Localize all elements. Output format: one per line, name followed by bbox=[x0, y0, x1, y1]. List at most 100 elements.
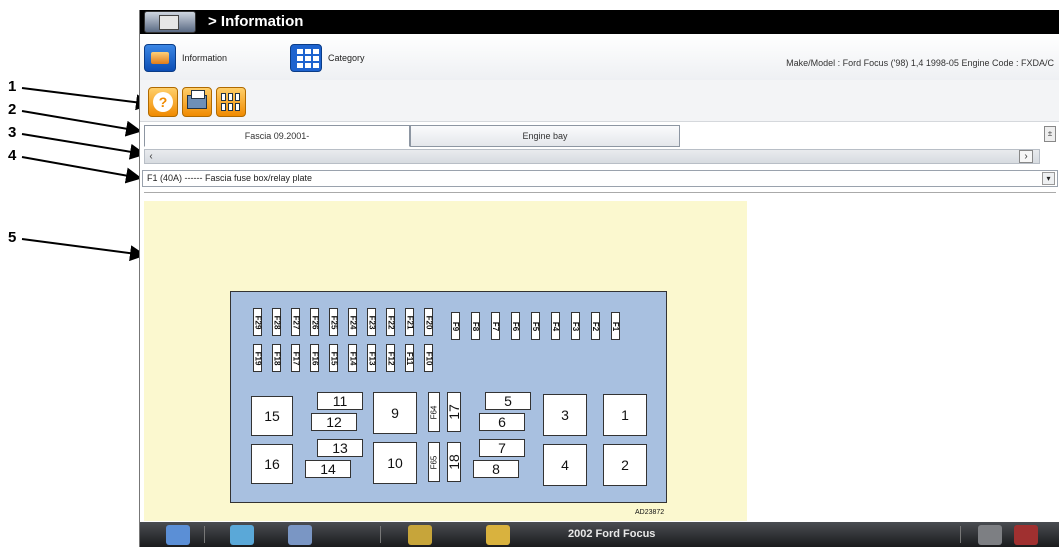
information-label: Information bbox=[182, 53, 228, 63]
horizontal-scrollbar[interactable]: ‹ › bbox=[144, 149, 1040, 164]
category-label: Category bbox=[328, 53, 365, 63]
fuse[interactable]: F21 bbox=[405, 308, 414, 336]
callout-arrow-4 bbox=[21, 156, 142, 184]
scroll-left-icon[interactable]: ‹ bbox=[145, 150, 157, 163]
diagnostics-task-icon[interactable] bbox=[408, 525, 432, 545]
relay[interactable]: 17 bbox=[446, 392, 462, 432]
relay[interactable]: 11 bbox=[317, 392, 363, 410]
callout-arrow-3 bbox=[21, 133, 146, 160]
relay[interactable]: 14 bbox=[305, 460, 351, 478]
vehicle-info: Make/Model : Ford Focus ('98) 1,4 1998-0… bbox=[786, 58, 1054, 68]
home-icon[interactable] bbox=[166, 525, 190, 545]
fuse[interactable]: F5 bbox=[531, 312, 540, 340]
tab-scroll-button[interactable]: ± bbox=[1044, 126, 1056, 142]
fuse[interactable]: F25 bbox=[329, 308, 338, 336]
relay[interactable]: 4 bbox=[543, 444, 587, 486]
app-logo-icon[interactable] bbox=[144, 11, 196, 33]
fuse[interactable]: F19 bbox=[253, 344, 262, 372]
relay[interactable]: 16 bbox=[251, 444, 293, 484]
relay[interactable]: 6 bbox=[479, 413, 525, 431]
information-icon bbox=[144, 44, 176, 72]
tab-engine-bay[interactable]: Engine bay bbox=[410, 125, 680, 147]
fuse[interactable]: F27 bbox=[291, 308, 300, 336]
tab-fascia[interactable]: Fascia 09.2001- bbox=[144, 125, 410, 147]
print-icon bbox=[187, 90, 207, 109]
app-window: > Information Information Category Make/… bbox=[139, 10, 1059, 547]
information-button[interactable]: Information bbox=[144, 44, 227, 72]
category-button[interactable]: Category bbox=[290, 44, 365, 72]
chevron-down-icon[interactable]: ▾ bbox=[1042, 172, 1055, 185]
vehicle-task-icon[interactable] bbox=[486, 525, 510, 545]
callout-4: 4 bbox=[8, 147, 17, 164]
fuse[interactable]: F16 bbox=[310, 344, 319, 372]
relay[interactable]: 18 bbox=[446, 442, 462, 482]
taskbar-vehicle: 2002 Ford Focus bbox=[568, 528, 656, 540]
fuse[interactable]: F8 bbox=[471, 312, 480, 340]
fuse-select[interactable]: F1 (40A) ------ Fascia fuse box/relay pl… bbox=[142, 170, 1058, 187]
fuse[interactable]: F1 bbox=[611, 312, 620, 340]
fuse[interactable]: F24 bbox=[348, 308, 357, 336]
wireless-icon[interactable] bbox=[978, 525, 1002, 545]
relay[interactable]: 12 bbox=[311, 413, 357, 431]
callout-arrow-1 bbox=[21, 87, 152, 111]
fuse[interactable]: F11 bbox=[405, 344, 414, 372]
fuse[interactable]: F22 bbox=[386, 308, 395, 336]
page-title: > Information bbox=[208, 13, 304, 30]
callout-arrow-5 bbox=[21, 238, 146, 262]
fuse[interactable]: F6 bbox=[511, 312, 520, 340]
fuse-layout-button[interactable] bbox=[216, 87, 246, 117]
fuse[interactable]: F7 bbox=[491, 312, 500, 340]
help-button[interactable]: ? bbox=[148, 87, 178, 117]
relay[interactable]: 8 bbox=[473, 460, 519, 478]
fuse[interactable]: F13 bbox=[367, 344, 376, 372]
fuse[interactable]: F10 bbox=[424, 344, 433, 372]
diagram-canvas: F29 F28 F27 F26 F25 F24 F23 F22 F21 F20 … bbox=[144, 201, 747, 521]
fuse[interactable]: F17 bbox=[291, 344, 300, 372]
power-icon[interactable] bbox=[1014, 525, 1038, 545]
fuse[interactable]: F14 bbox=[348, 344, 357, 372]
fuse[interactable]: F29 bbox=[253, 308, 262, 336]
tab-strip: Fascia 09.2001- Engine bay ± bbox=[140, 125, 1059, 147]
scroll-right-icon[interactable]: › bbox=[1019, 150, 1033, 163]
fuse-box: F29 F28 F27 F26 F25 F24 F23 F22 F21 F20 … bbox=[230, 291, 667, 503]
title-bar: > Information bbox=[140, 10, 1059, 34]
callout-3: 3 bbox=[8, 124, 17, 141]
help-icon: ? bbox=[153, 92, 173, 112]
relay[interactable]: 5 bbox=[485, 392, 531, 410]
relay[interactable]: 3 bbox=[543, 394, 587, 436]
toolbar: ? bbox=[140, 80, 1059, 122]
fuse[interactable]: F28 bbox=[272, 308, 281, 336]
relay[interactable]: 2 bbox=[603, 444, 647, 486]
fuse[interactable]: F26 bbox=[310, 308, 319, 336]
relay[interactable]: 13 bbox=[317, 439, 363, 457]
fuse-layout-icon bbox=[221, 93, 241, 111]
callout-5: 5 bbox=[8, 229, 17, 246]
relay[interactable]: 7 bbox=[479, 439, 525, 457]
callout-1: 1 bbox=[8, 78, 17, 95]
relay[interactable]: 10 bbox=[373, 442, 417, 484]
fuse[interactable]: F3 bbox=[571, 312, 580, 340]
diagram-reference-code: AD23872 bbox=[635, 509, 665, 516]
taskbar: 2002 Ford Focus bbox=[140, 522, 1059, 547]
list-task-icon[interactable] bbox=[288, 525, 312, 545]
fuse[interactable]: F9 bbox=[451, 312, 460, 340]
relay[interactable]: F64 bbox=[428, 392, 440, 432]
callout-2: 2 bbox=[8, 101, 17, 118]
fuse[interactable]: F18 bbox=[272, 344, 281, 372]
fuse[interactable]: F4 bbox=[551, 312, 560, 340]
fuse[interactable]: F12 bbox=[386, 344, 395, 372]
fuse-select-value: F1 (40A) ------ Fascia fuse box/relay pl… bbox=[147, 173, 313, 183]
fuse[interactable]: F2 bbox=[591, 312, 600, 340]
relay[interactable]: 15 bbox=[251, 396, 293, 436]
information-task-icon[interactable] bbox=[230, 525, 254, 545]
fuse[interactable]: F20 bbox=[424, 308, 433, 336]
relay[interactable]: 9 bbox=[373, 392, 417, 434]
relay[interactable]: F65 bbox=[428, 442, 440, 482]
fuse[interactable]: F15 bbox=[329, 344, 338, 372]
callout-arrow-2 bbox=[21, 110, 142, 137]
diagram-area: F29 F28 F27 F26 F25 F24 F23 F22 F21 F20 … bbox=[144, 192, 1056, 521]
relay[interactable]: 1 bbox=[603, 394, 647, 436]
category-grid-icon bbox=[290, 44, 322, 72]
print-button[interactable] bbox=[182, 87, 212, 117]
fuse[interactable]: F23 bbox=[367, 308, 376, 336]
